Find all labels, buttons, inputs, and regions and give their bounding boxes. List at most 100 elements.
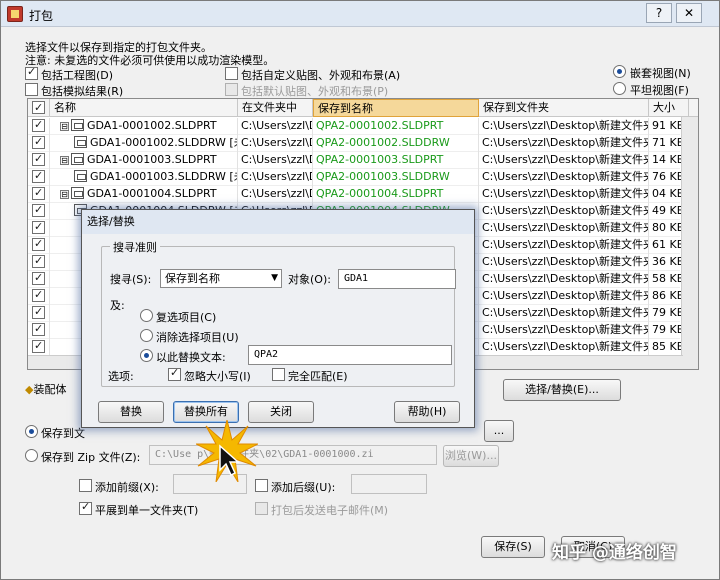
- row-checkbox[interactable]: [32, 237, 45, 252]
- table-row[interactable]: GDA1-0001002.SLDDRW [未打C:\Users\zzl\DQPA…: [28, 135, 683, 152]
- file-name: GDA1-0001002.SLDDRW [未打: [90, 136, 237, 149]
- include-sim-checkbox[interactable]: [25, 83, 38, 96]
- vertical-scrollbar[interactable]: [681, 117, 698, 369]
- collapse-icon[interactable]: ⊟: [60, 156, 69, 165]
- save-folder-cell[interactable]: C:\Users\zzl\Desktop\新建文件夹\: [479, 305, 649, 322]
- ignore-case-checkbox[interactable]: [168, 366, 181, 381]
- collapse-icon[interactable]: ⊟: [60, 190, 69, 199]
- save-folder-cell[interactable]: C:\Users\zzl\Desktop\新建文件夹\: [479, 203, 649, 220]
- help-title-button[interactable]: ?: [646, 3, 672, 23]
- flat-view-radio[interactable]: [613, 82, 626, 95]
- row-checkbox[interactable]: [32, 339, 45, 354]
- col-save-name[interactable]: 保存到名称: [313, 99, 479, 117]
- save-name-cell[interactable]: QPA2-0001003.SLDPRT: [313, 152, 479, 169]
- save-folder-cell[interactable]: C:\Users\zzl\Desktop\新建文件夹\: [479, 169, 649, 186]
- col-size[interactable]: 大小: [649, 99, 689, 117]
- row-check-cell: [28, 288, 50, 305]
- include-drawings-checkbox[interactable]: [25, 65, 38, 80]
- row-checkbox[interactable]: [32, 288, 45, 303]
- nested-view-label: 嵌套视图(N): [630, 67, 691, 80]
- size-cell: 79 KB: [649, 305, 683, 322]
- include-custom-checkbox[interactable]: [225, 67, 238, 80]
- save-folder-cell[interactable]: C:\Users\zzl\Desktop\新建文件夹\: [479, 237, 649, 254]
- row-checkbox[interactable]: [32, 220, 45, 235]
- save-button[interactable]: 保存(S): [481, 536, 545, 558]
- col-in-folder[interactable]: 在文件夹中: [238, 99, 313, 117]
- row-checkbox[interactable]: [32, 186, 45, 201]
- browse-folder-button[interactable]: ...: [484, 420, 514, 442]
- save-to-zip-radio[interactable]: [25, 449, 38, 462]
- save-folder-cell[interactable]: C:\Users\zzl\Desktop\新建文件夹\: [479, 254, 649, 271]
- zip-path-field[interactable]: C:\Use p\新建文件夹\02\GDA1-0001000.zi: [149, 445, 437, 465]
- close-window-button[interactable]: ✕: [676, 3, 702, 23]
- drawing-icon: [74, 136, 87, 148]
- chevron-down-icon: ▼: [271, 273, 278, 283]
- replace-text-label: 以此替换文本:: [156, 351, 226, 364]
- email-label: 打包后发送电子邮件(M): [271, 504, 389, 517]
- save-folder-cell[interactable]: C:\Users\zzl\Desktop\新建文件夹\: [479, 220, 649, 237]
- save-to-folder-radio[interactable]: [25, 425, 38, 438]
- row-checkbox[interactable]: [32, 322, 45, 337]
- row-checkbox[interactable]: [32, 169, 45, 184]
- row-checkbox[interactable]: [32, 118, 45, 133]
- include-default-checkbox[interactable]: [225, 83, 238, 96]
- save-name-cell[interactable]: QPA2-0001003.SLDDRW: [313, 169, 479, 186]
- save-name-cell[interactable]: QPA2-0001004.SLDPRT: [313, 186, 479, 203]
- collapse-icon[interactable]: ⊟: [60, 122, 69, 131]
- check-items-radio[interactable]: [140, 309, 153, 322]
- note-text: 注意: 未复选的文件必须可供使用以成功渲染模型。: [25, 54, 275, 67]
- uncheck-items-radio[interactable]: [140, 329, 153, 342]
- search-select[interactable]: 保存到名称 ▼: [160, 269, 282, 288]
- save-folder-cell[interactable]: C:\Users\zzl\Desktop\新建文件夹\: [479, 186, 649, 203]
- group-title: 搜寻准则: [110, 239, 160, 255]
- nested-view-radio[interactable]: [613, 65, 626, 78]
- row-check-cell: [28, 169, 50, 186]
- save-folder-cell[interactable]: C:\Users\zzl\Desktop\新建文件夹\: [479, 339, 649, 356]
- replace-button[interactable]: 替换: [98, 401, 164, 423]
- table-row[interactable]: GDA1-0001003.SLDDRW [未打C:\Users\zzl\DQPA…: [28, 169, 683, 186]
- size-cell: 58 KB: [649, 271, 683, 288]
- save-folder-cell[interactable]: C:\Users\zzl\Desktop\新建文件夹\: [479, 152, 649, 169]
- object-label: 对象(O):: [288, 273, 331, 286]
- select-replace-dialog: 选择/替换 搜寻准则 搜寻(S): 保存到名称 ▼ 对象(O): GDA1 及: …: [81, 209, 475, 428]
- col-save-folder[interactable]: 保存到文件夹: [479, 99, 649, 117]
- row-checkbox[interactable]: [32, 152, 45, 167]
- select-all-checkbox[interactable]: [32, 99, 45, 116]
- row-checkbox[interactable]: [32, 254, 45, 269]
- row-checkbox[interactable]: [32, 203, 45, 218]
- replace-text-radio[interactable]: [140, 349, 153, 362]
- table-row[interactable]: ⊟ GDA1-0001004.SLDPRT C:\Users\zzl\DQPA2-0…: [28, 186, 683, 203]
- email-checkbox[interactable]: [255, 502, 268, 515]
- select-replace-button[interactable]: 选择/替换(E)...: [503, 379, 621, 401]
- save-name-cell[interactable]: QPA2-0001002.SLDDRW: [313, 135, 479, 152]
- include-default-label: 包括默认贴图、外观和布景(P): [241, 85, 389, 98]
- help-button[interactable]: 帮助(H): [394, 401, 460, 423]
- save-folder-cell[interactable]: C:\Users\zzl\Desktop\新建文件夹\: [479, 271, 649, 288]
- object-input[interactable]: GDA1: [338, 269, 456, 289]
- row-check-cell: [28, 339, 50, 356]
- save-folder-cell[interactable]: C:\Users\zzl\Desktop\新建文件夹\: [479, 118, 649, 135]
- table-row[interactable]: ⊟ GDA1-0001003.SLDPRT C:\Users\zzl\DQPA2-0…: [28, 152, 683, 169]
- row-checkbox[interactable]: [32, 305, 45, 320]
- col-name[interactable]: 名称: [50, 99, 238, 117]
- search-label: 搜寻(S):: [110, 273, 152, 286]
- table-header: 名称 在文件夹中 保存到名称 保存到文件夹 大小: [28, 99, 698, 117]
- replace-text-input[interactable]: QPA2: [248, 345, 452, 365]
- table-row[interactable]: ⊟ GDA1-0001002.SLDPRT C:\Users\zzl\DQPA2-0…: [28, 118, 683, 135]
- full-match-checkbox[interactable]: [272, 368, 285, 381]
- save-folder-cell[interactable]: C:\Users\zzl\Desktop\新建文件夹\: [479, 322, 649, 339]
- check-items-label: 复选项目(C): [156, 311, 217, 324]
- header-select-all[interactable]: [28, 99, 50, 117]
- suffix-field[interactable]: [351, 474, 427, 494]
- save-folder-cell[interactable]: C:\Users\zzl\Desktop\新建文件夹\: [479, 288, 649, 305]
- flatten-checkbox[interactable]: [79, 500, 92, 515]
- row-check-cell: [28, 271, 50, 288]
- row-checkbox[interactable]: [32, 135, 45, 150]
- drawing-icon: [74, 170, 87, 182]
- save-folder-cell[interactable]: C:\Users\zzl\Desktop\新建文件夹\: [479, 135, 649, 152]
- add-prefix-checkbox[interactable]: [79, 479, 92, 492]
- save-name-cell[interactable]: QPA2-0001002.SLDPRT: [313, 118, 479, 135]
- browse-zip-button[interactable]: 浏览(W)...: [443, 445, 499, 467]
- row-checkbox[interactable]: [32, 271, 45, 286]
- name-cell: GDA1-0001003.SLDDRW [未打: [50, 169, 238, 186]
